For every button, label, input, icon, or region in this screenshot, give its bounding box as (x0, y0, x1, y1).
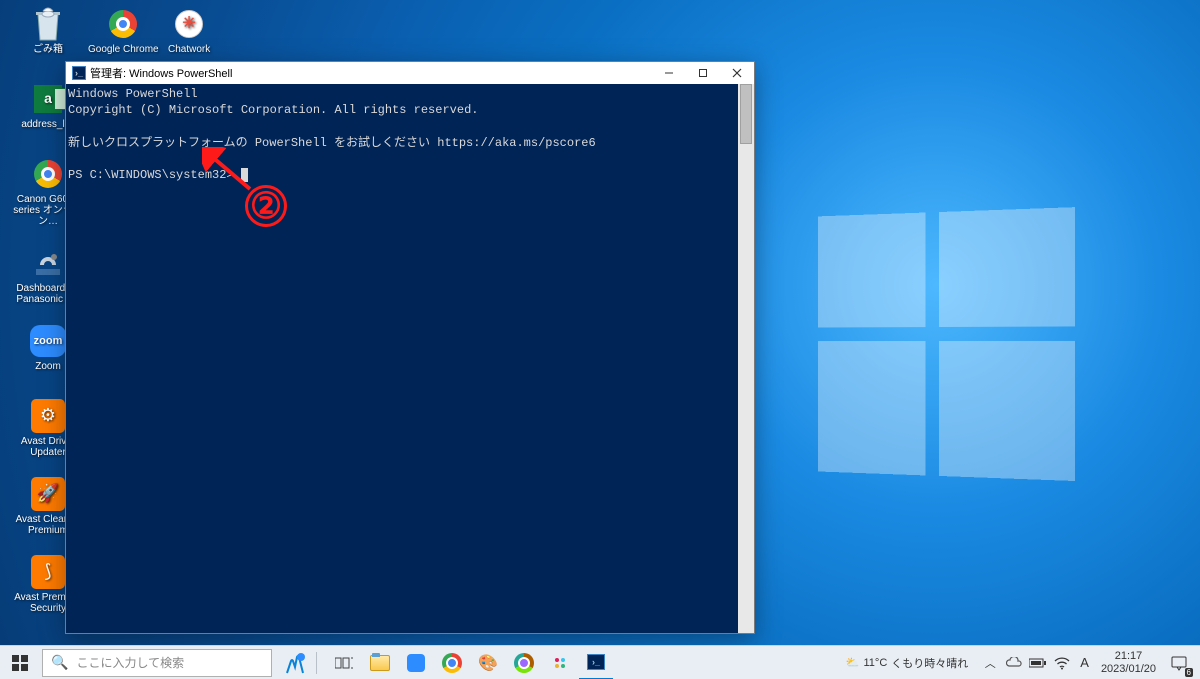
excel-icon: a (30, 81, 66, 117)
terminal-line: Copyright (C) Microsoft Corporation. All… (68, 103, 478, 117)
action-center-button[interactable]: 6 (1162, 646, 1196, 679)
windows-icon (12, 655, 28, 671)
taskbar-explorer[interactable] (363, 646, 397, 679)
powershell-icon: ›_ (72, 66, 86, 80)
slack-icon (552, 655, 568, 671)
windows-logo-backdrop (818, 207, 1071, 476)
clock[interactable]: 21:17 2023/01/20 (1095, 650, 1162, 674)
avast-rocket-icon: 🚀 (30, 476, 66, 512)
taskbar: 🔍 ここに入力して検索 🎨 ›_ ⛅ 11°C くもり時々晴れ ︿ (0, 645, 1200, 679)
clock-date: 2023/01/20 (1101, 663, 1156, 675)
close-button[interactable] (720, 62, 754, 84)
desktop-icon-chrome[interactable]: Google Chrome (88, 4, 159, 61)
desktop-icon-label: Chatwork (168, 44, 210, 55)
desktop-icon-recycle-bin[interactable]: ごみ箱 (8, 4, 88, 61)
desktop-icon-label: Google Chrome (88, 44, 159, 55)
tray-battery[interactable] (1026, 646, 1050, 679)
weather-widget[interactable]: ⛅ 11°C くもり時々晴れ (836, 646, 978, 679)
zoom-icon (407, 654, 425, 672)
taskbar-separator (316, 652, 317, 674)
desktop-icon-column-2: Google Chrome (88, 4, 159, 61)
search-placeholder: ここに入力して検索 (76, 654, 184, 671)
chrome-icon (105, 6, 141, 42)
terminal-line: Windows PowerShell (68, 87, 198, 101)
avast-gear-icon: ⚙ (30, 398, 66, 434)
explorer-icon (370, 655, 390, 671)
clock-time: 21:17 (1101, 650, 1156, 662)
maximize-button[interactable] (686, 62, 720, 84)
terminal-body[interactable]: Windows PowerShell Copyright (C) Microso… (66, 84, 738, 633)
onedrive-icon (1006, 657, 1022, 669)
paint-icon: 🎨 (478, 653, 498, 673)
powershell-icon: ›_ (587, 654, 605, 670)
taskbar-paint[interactable]: 🎨 (471, 646, 505, 679)
task-icons-group: 🎨 ›_ (327, 646, 613, 679)
search-input[interactable]: 🔍 ここに入力して検索 (42, 649, 272, 677)
scrollbar-thumb[interactable] (740, 84, 752, 144)
cortana-icon (281, 649, 309, 677)
terminal-prompt: PS C:\WINDOWS\system32> (68, 168, 234, 182)
ime-indicator[interactable]: A (1074, 655, 1095, 670)
task-view-icon (335, 656, 353, 670)
window-title: 管理者: Windows PowerShell (90, 65, 232, 81)
weather-text: くもり時々晴れ (891, 655, 968, 671)
wifi-icon (1054, 656, 1070, 670)
tray-onedrive[interactable] (1002, 646, 1026, 679)
weather-icon: ⛅ (846, 656, 860, 669)
chrome-canary-icon (514, 653, 534, 673)
desktop-icon-chatwork[interactable]: ✳ Chatwork (168, 4, 210, 61)
taskbar-slack[interactable] (543, 646, 577, 679)
taskbar-powershell[interactable]: ›_ (579, 646, 613, 679)
chatwork-icon: ✳ (171, 6, 207, 42)
zoom-icon: zoom (30, 323, 66, 359)
cortana-button[interactable] (278, 646, 312, 679)
trash-icon (30, 6, 66, 42)
search-icon: 🔍 (51, 654, 68, 671)
taskbar-zoom[interactable] (399, 646, 433, 679)
avast-shield-icon: ⟆ (30, 554, 66, 590)
powershell-window[interactable]: ›_ 管理者: Windows PowerShell Windows Power… (65, 61, 755, 634)
battery-icon (1029, 658, 1047, 668)
notification-count: 6 (1185, 668, 1193, 677)
task-view-button[interactable] (327, 646, 361, 679)
tray-overflow-button[interactable]: ︿ (978, 646, 1002, 679)
weather-temp: 11°C (864, 657, 888, 669)
chrome-icon (442, 653, 462, 673)
taskbar-chrome[interactable] (435, 646, 469, 679)
desktop-icon-column-3: ✳ Chatwork (168, 4, 210, 61)
taskbar-chrome-canary[interactable] (507, 646, 541, 679)
terminal-line: 新しいクロスプラットフォームの PowerShell をお試しください http… (68, 136, 596, 150)
chrome-icon (30, 156, 66, 192)
start-button[interactable] (0, 646, 40, 679)
desktop-icon-label: Zoom (35, 361, 61, 372)
window-titlebar[interactable]: ›_ 管理者: Windows PowerShell (66, 62, 754, 84)
annotation-number: ② (245, 185, 287, 227)
scrollbar[interactable] (738, 84, 754, 633)
desktop-icon-label: ごみ箱 (33, 44, 63, 55)
chevron-up-icon: ︿ (985, 655, 996, 671)
wrench-icon (30, 245, 66, 281)
tray-wifi[interactable] (1050, 646, 1074, 679)
minimize-button[interactable] (652, 62, 686, 84)
system-tray: ⛅ 11°C くもり時々晴れ ︿ A 21:17 2023/01/20 6 (836, 646, 1200, 679)
